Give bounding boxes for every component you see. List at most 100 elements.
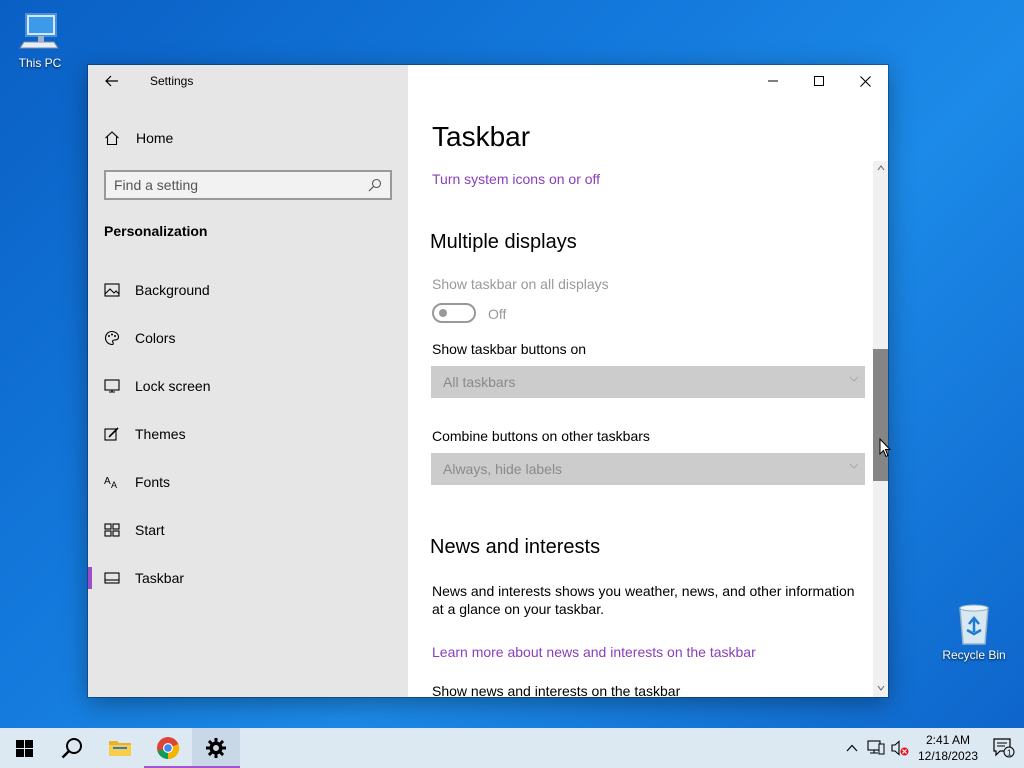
search-icon	[61, 738, 82, 759]
system-icons-link[interactable]: Turn system icons on or off	[432, 171, 600, 187]
toggle-state-label: Off	[488, 306, 507, 322]
network-button[interactable]	[864, 728, 888, 768]
sidebar-item-label: Taskbar	[135, 570, 185, 586]
system-tray: 2:41 AM 12/18/2023 1	[840, 728, 1024, 768]
section-title: Personalization	[104, 223, 208, 239]
maximize-icon	[814, 76, 824, 86]
start-button[interactable]	[0, 728, 48, 768]
combine-label: Combine buttons on other taskbars	[432, 428, 650, 444]
show-hidden-icons-button[interactable]	[840, 728, 864, 768]
fonts-icon: AA	[88, 475, 135, 489]
chrome-icon	[157, 737, 180, 760]
scroll-up-button[interactable]	[873, 161, 888, 175]
start-grid-icon	[88, 523, 135, 537]
dropdown-value: All taskbars	[443, 374, 516, 390]
back-arrow-icon	[105, 75, 118, 87]
show-all-displays-label: Show taskbar on all displays	[432, 276, 609, 292]
volume-button[interactable]	[888, 728, 912, 768]
news-description: News and interests shows you weather, ne…	[432, 583, 855, 617]
chevron-down-icon	[877, 685, 884, 691]
volume-muted-icon	[891, 740, 909, 756]
taskbar: 2:41 AM 12/18/2023 1	[0, 728, 1024, 768]
page-title: Taskbar	[432, 121, 531, 152]
sidebar-item-fonts[interactable]: AA Fonts	[88, 458, 408, 506]
news-heading: News and interests	[430, 536, 601, 558]
sidebar-item-label: Fonts	[135, 474, 171, 490]
app-title: Settings	[150, 74, 194, 88]
recycle-bin-label: Recycle Bin	[942, 648, 1006, 662]
clock-date: 12/18/2023	[917, 749, 979, 763]
settings-window: Settings Home Personalization	[88, 65, 888, 697]
palette-icon	[88, 330, 135, 346]
news-learn-more-link[interactable]: Learn more about news and interests on t…	[432, 644, 756, 660]
buttons-on-label: Show taskbar buttons on	[432, 341, 587, 357]
desktop-icon-this-pc[interactable]: This PC	[2, 8, 78, 70]
brush-icon	[88, 426, 135, 442]
scroll-thumb[interactable]	[873, 349, 888, 481]
recycle-bin-icon	[936, 600, 1012, 648]
clock[interactable]: 2:41 AM 12/18/2023	[912, 732, 984, 764]
title-bar: Settings	[88, 65, 408, 97]
computer-icon	[2, 8, 78, 56]
home-label: Home	[136, 130, 174, 146]
window-controls	[750, 65, 888, 97]
sidebar-item-themes[interactable]: Themes	[88, 410, 408, 458]
sidebar-item-background[interactable]: Background	[88, 266, 408, 314]
back-button[interactable]	[88, 65, 136, 97]
sidebar-nav: Background Colors Lock screen Themes A A…	[88, 266, 408, 602]
start-icon	[15, 739, 33, 757]
sidebar-item-label: Themes	[135, 426, 186, 442]
sidebar-item-home[interactable]: Home	[88, 121, 408, 155]
file-explorer-button[interactable]	[96, 728, 144, 768]
buttons-on-dropdown[interactable]: All taskbars	[431, 366, 865, 398]
multiple-displays-heading: Multiple displays	[430, 231, 577, 253]
chrome-button[interactable]	[144, 728, 192, 768]
clock-time: 2:41 AM	[925, 733, 971, 747]
sidebar-item-lock-screen[interactable]: Lock screen	[88, 362, 408, 410]
notification-count: 1	[1007, 749, 1012, 758]
sidebar-item-colors[interactable]: Colors	[88, 314, 408, 362]
chevron-up-icon	[846, 744, 858, 752]
search-box[interactable]	[104, 170, 392, 200]
search-input[interactable]	[114, 177, 368, 193]
dropdown-value: Always, hide labels	[443, 461, 563, 477]
close-button[interactable]	[842, 65, 888, 97]
picture-icon	[88, 283, 135, 297]
mouse-cursor-icon	[879, 438, 891, 458]
scroll-down-button[interactable]	[873, 681, 888, 695]
file-explorer-icon	[109, 741, 131, 756]
combine-dropdown[interactable]: Always, hide labels	[431, 453, 865, 485]
this-pc-label: This PC	[18, 56, 62, 70]
settings-content: Taskbar Turn system icons on or off Mult…	[408, 65, 888, 697]
toggle-knob	[439, 309, 447, 317]
desktop-icon-recycle-bin[interactable]: Recycle Bin	[936, 600, 1012, 662]
svg-text:A: A	[111, 480, 117, 489]
sidebar-item-label: Colors	[135, 330, 176, 346]
home-icon	[88, 130, 136, 146]
close-icon	[859, 75, 871, 87]
chevron-up-icon	[877, 165, 884, 171]
minimize-icon	[768, 80, 778, 82]
scrollbar[interactable]	[873, 161, 888, 697]
monitor-icon	[88, 379, 135, 393]
search-button[interactable]	[48, 728, 96, 768]
sidebar-item-taskbar[interactable]: Taskbar	[88, 554, 408, 602]
taskbar-icon	[88, 572, 135, 584]
settings-icon	[206, 738, 226, 758]
show-news-label: Show news and interests on the taskbar	[432, 683, 681, 697]
chevron-down-icon	[849, 376, 859, 382]
minimize-button[interactable]	[750, 65, 796, 97]
settings-sidebar: Settings Home Personalization	[88, 65, 408, 697]
network-icon	[867, 740, 885, 755]
sidebar-item-label: Start	[135, 522, 165, 538]
sidebar-item-start[interactable]: Start	[88, 506, 408, 554]
sidebar-item-label: Background	[135, 282, 210, 298]
maximize-button[interactable]	[796, 65, 842, 97]
search-icon	[368, 178, 382, 192]
svg-text:A: A	[104, 476, 111, 487]
notification-icon: 1	[993, 738, 1015, 758]
show-all-displays-toggle[interactable]	[432, 303, 476, 323]
sidebar-item-label: Lock screen	[135, 378, 211, 394]
action-center-button[interactable]: 1	[984, 738, 1024, 758]
settings-taskbar-button[interactable]	[192, 728, 240, 768]
